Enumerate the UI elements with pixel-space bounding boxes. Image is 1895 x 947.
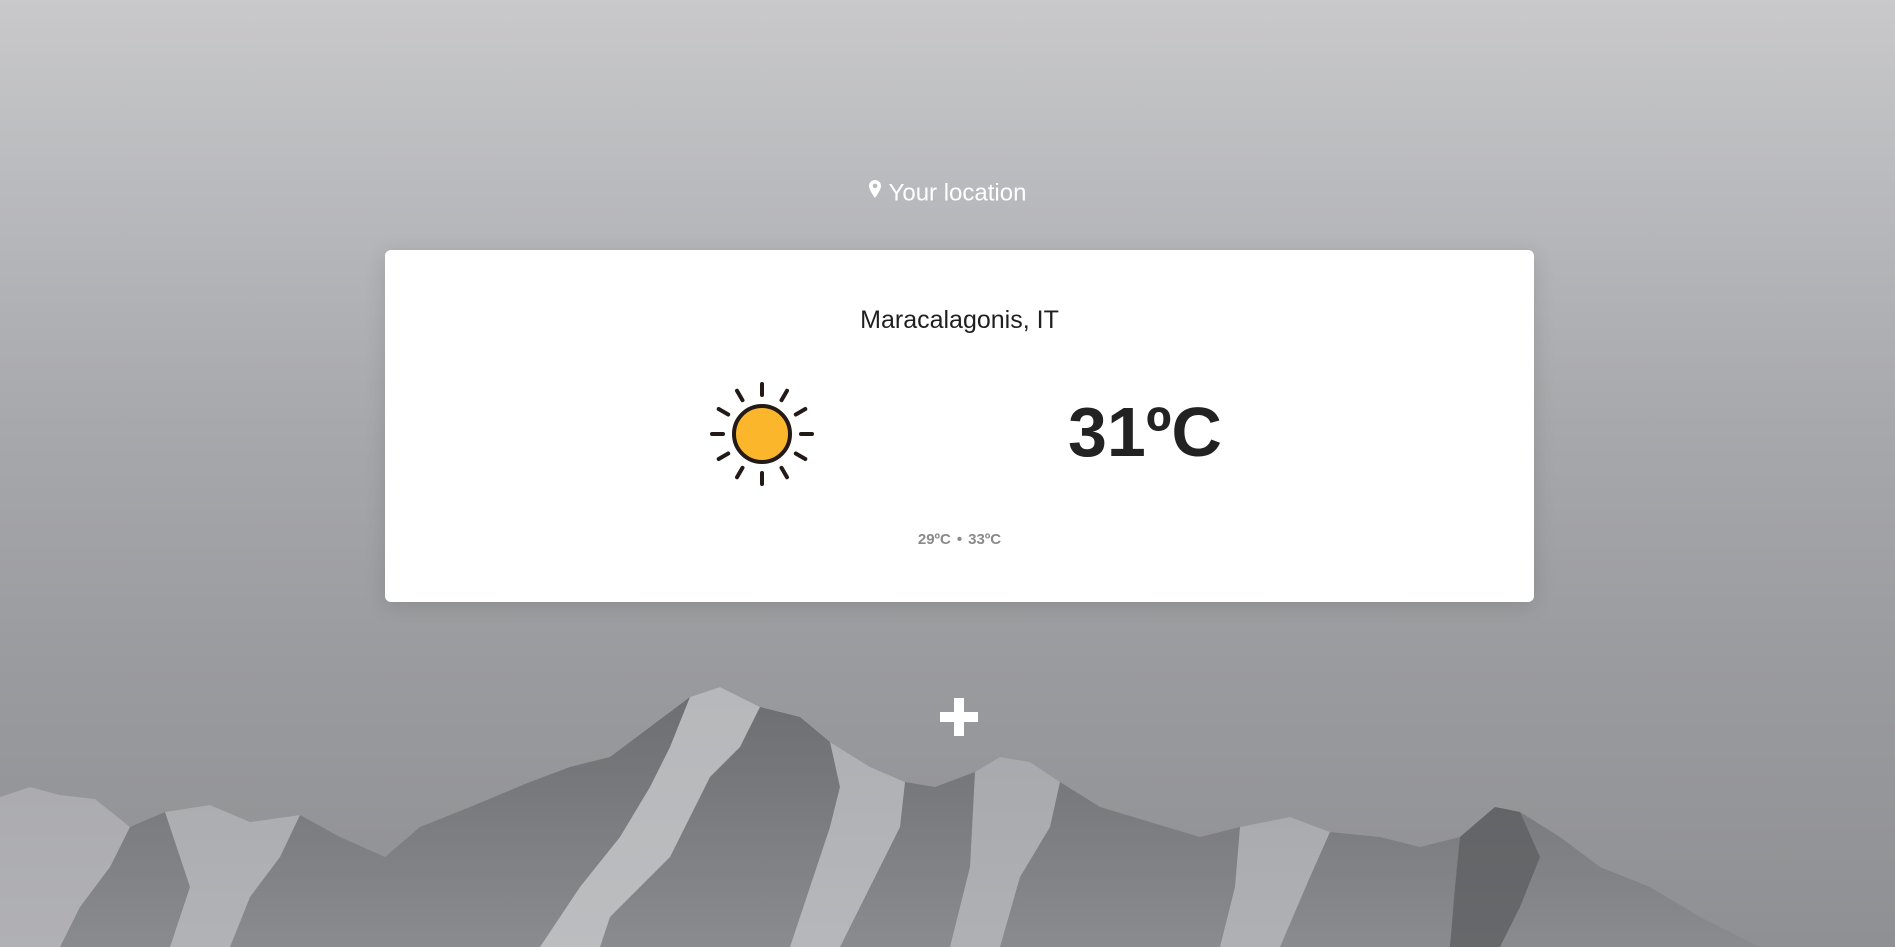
temperature-range: 29ºC • 33ºC [385,531,1534,548]
location-header: Your location [0,178,1895,209]
max-temperature: 33ºC [968,531,1002,548]
add-location-button[interactable] [937,695,981,739]
map-pin-icon [868,176,881,206]
current-temperature: 31ºC [1068,393,1222,471]
city-name: Maracalagonis, IT [860,306,1059,334]
location-label: Your location [888,179,1027,207]
sun-icon [710,382,814,486]
range-separator: • [956,531,963,548]
min-temperature: 29ºC [917,531,951,548]
plus-icon [940,698,978,736]
weather-card[interactable]: Maracalagonis, IT 31ºC 29ºC • 33ºC [385,250,1534,602]
